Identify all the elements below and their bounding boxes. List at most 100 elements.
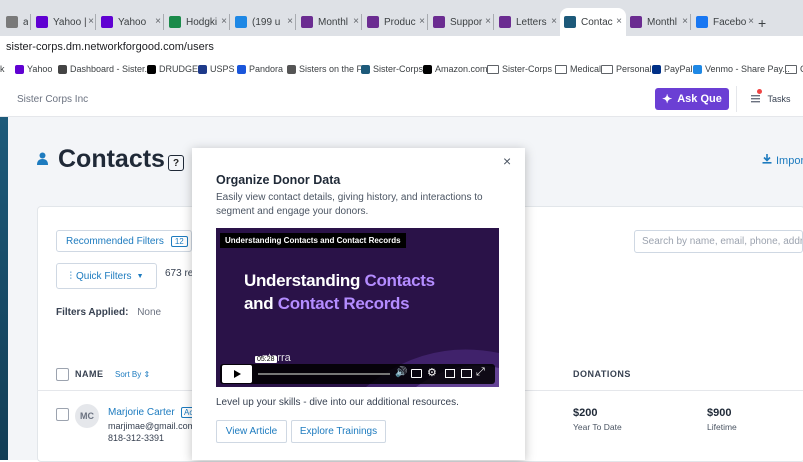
column-header-name: NAME <box>75 369 104 379</box>
tab-close-icon[interactable]: × <box>551 16 557 27</box>
tab-close-icon[interactable]: × <box>88 16 94 27</box>
recommended-filters-button[interactable]: Recommended Filters 12 <box>56 230 192 252</box>
tab-9[interactable]: Contac × <box>560 8 626 36</box>
tab-4[interactable]: (199 u × <box>231 8 297 36</box>
bookmark-item[interactable]: Venmo - Share Pay... <box>693 64 790 74</box>
volume-icon[interactable]: 🔊 <box>395 367 407 378</box>
row-checkbox[interactable] <box>56 408 69 421</box>
tab-5[interactable]: Monthl × <box>297 8 363 36</box>
new-tab-button[interactable]: + <box>758 15 766 31</box>
ask-que-button[interactable]: ✦ Ask Que <box>655 88 729 110</box>
tab-separator <box>361 14 362 30</box>
tab-7[interactable]: Suppor × <box>429 8 495 36</box>
view-article-button[interactable]: View Article <box>216 420 287 443</box>
fullscreen-expand-icon[interactable]: ⤢ <box>476 366 485 379</box>
contact-name-link[interactable]: Marjorie Carter <box>108 407 175 418</box>
sidebar <box>0 117 8 460</box>
bookmark-label: Sisters on the Fly <box>299 64 369 74</box>
bookmark-label: USPS <box>210 64 235 74</box>
tab-3[interactable]: Hodgki × <box>165 8 231 36</box>
explore-trainings-button[interactable]: Explore Trainings <box>291 420 386 443</box>
url-text[interactable]: sister-corps.dm.networkforgood.com/users <box>6 41 214 53</box>
tab-close-icon[interactable]: × <box>682 16 688 27</box>
tab-label: Yahoo <box>118 16 147 28</box>
recommended-count-badge: 12 <box>170 235 188 247</box>
share-icon[interactable] <box>445 369 455 378</box>
close-icon[interactable]: × <box>503 153 511 169</box>
tab-favicon-icon <box>630 16 642 28</box>
bookmark-favicon-icon <box>147 64 156 74</box>
bookmark-item[interactable]: DRUDGE <box>147 64 198 74</box>
tasks-label: Tasks <box>767 94 791 104</box>
tab-label: Monthl <box>647 16 678 28</box>
tab-close-icon[interactable]: × <box>616 16 622 27</box>
bookmark-favicon-icon <box>652 64 661 74</box>
bookmark-item[interactable]: Sisters on the Fly <box>287 64 369 74</box>
tab-6[interactable]: Produc × <box>363 8 429 36</box>
tasks-button[interactable]: Tasks <box>736 86 803 112</box>
bookmark-item[interactable]: Sister-Corps <box>487 64 552 74</box>
bookmark-item[interactable]: Amazon.com <box>423 64 488 74</box>
bookmark-label: Personal <box>616 64 652 74</box>
tab-10[interactable]: Monthl × <box>626 8 692 36</box>
download-icon <box>762 154 772 167</box>
tab-close-icon[interactable]: × <box>485 16 491 27</box>
play-button[interactable] <box>222 365 252 383</box>
bookmark-item[interactable]: USPS <box>198 64 235 74</box>
bookmark-item[interactable]: Dashboard - Sister... <box>58 64 152 74</box>
tab-close-icon[interactable]: × <box>287 16 293 27</box>
video-progress-bar[interactable] <box>258 373 390 375</box>
bookmark-item[interactable]: k <box>0 64 5 74</box>
sort-icon: ⇕ <box>143 370 151 379</box>
filters-applied: Filters Applied: None <box>56 307 161 318</box>
tab-label: (199 u <box>252 16 281 28</box>
search-input[interactable]: Search by name, email, phone, addre <box>634 230 803 253</box>
level-up-text: Level up your skills - dive into our add… <box>216 397 459 408</box>
filters-applied-label: Filters Applied: <box>56 307 129 318</box>
select-all-checkbox[interactable] <box>56 368 69 381</box>
tab-2[interactable]: Yahoo × <box>97 8 165 36</box>
tab-close-icon[interactable]: × <box>155 16 161 27</box>
bookmark-item[interactable]: Personal <box>601 64 652 74</box>
folder-icon <box>555 64 567 74</box>
tab-8[interactable]: Letters × <box>495 8 561 36</box>
tab-separator <box>229 14 230 30</box>
bookmark-label: Sister-Corps <box>373 64 424 74</box>
tab-favicon-icon <box>367 16 379 28</box>
bookmark-item[interactable]: C <box>785 64 803 74</box>
import-label: Impor <box>776 154 803 167</box>
video-headline-line1: Understanding Contacts <box>244 271 435 291</box>
tab-close-icon[interactable]: × <box>419 16 425 27</box>
tab-close-icon[interactable]: × <box>221 16 227 27</box>
bookmark-item[interactable]: PayPal <box>652 64 693 74</box>
tab-close-icon[interactable]: × <box>748 16 754 27</box>
tab-label: Suppor <box>450 16 483 28</box>
tab-separator <box>30 14 31 30</box>
tab-favicon-icon <box>301 16 313 28</box>
bookmark-item[interactable]: Medical <box>555 64 601 74</box>
tab-label: Produc <box>384 16 416 28</box>
column-header-donations: DONATIONS <box>573 369 631 379</box>
import-button[interactable]: Impor <box>762 154 803 167</box>
bookmark-item[interactable]: Yahoo <box>15 64 52 74</box>
pip-icon[interactable] <box>461 369 472 378</box>
tab-label: a <box>23 16 28 28</box>
quick-filters-button[interactable]: ⫶ Quick Filters ▼ <box>56 263 157 289</box>
tab-favicon-icon <box>36 16 48 28</box>
tab-11[interactable]: Facebo × <box>692 8 758 36</box>
video-timestamp: 05:28 <box>255 356 277 363</box>
tab-0[interactable]: a <box>2 8 28 36</box>
sort-by-button[interactable]: Sort By ⇕ <box>115 370 150 379</box>
bookmark-favicon-icon <box>58 64 67 74</box>
bookmark-label: Medical <box>570 64 602 74</box>
settings-icon[interactable]: ⚙ <box>427 366 437 379</box>
bookmark-item[interactable]: Sister-Corps <box>361 64 423 74</box>
contact-phone: 818-312-3391 <box>108 433 165 443</box>
caret-down-icon: ▼ <box>136 272 144 280</box>
help-button[interactable]: ? <box>168 155 184 171</box>
bookmark-favicon-icon <box>361 64 370 74</box>
captions-icon[interactable] <box>411 369 422 378</box>
tab-1[interactable]: Yahoo | × <box>32 8 98 36</box>
bookmark-item[interactable]: Pandora <box>237 64 283 74</box>
tab-close-icon[interactable]: × <box>353 16 359 27</box>
